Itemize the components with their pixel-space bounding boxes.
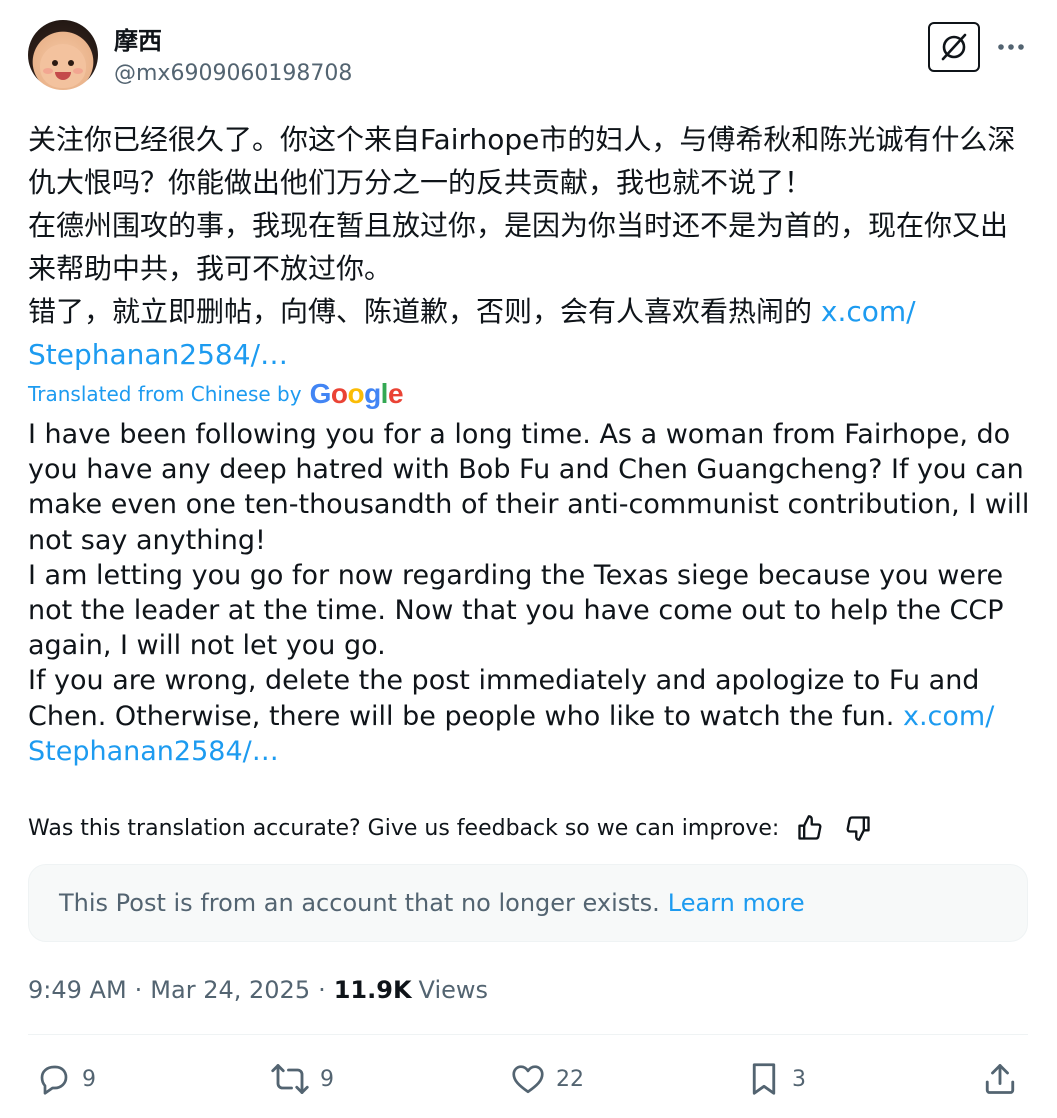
post-meta: 9:49 AM · Mar 24, 2025 · 11.9K Views [28, 972, 488, 1008]
bookmark-icon [752, 1063, 776, 1095]
repost-button[interactable]: 9 [270, 1056, 334, 1102]
post-original-text: 关注你已经很久了。你这个来自Fairhope市的妇人，与傅希秋和陈光诚有什么深仇… [28, 118, 1028, 376]
thumbs-down-button[interactable] [841, 811, 875, 845]
grok-button[interactable] [928, 22, 980, 72]
avatar-eye-left [52, 60, 58, 66]
translated-label: Translated from Chinese by [28, 382, 302, 406]
avatar-face [40, 44, 86, 88]
views-count: 11.9K [333, 976, 412, 1004]
translation-attribution: Translated from Chinese by Google [28, 378, 404, 410]
like-count: 22 [556, 1066, 584, 1092]
post-time[interactable]: 9:49 AM [28, 976, 127, 1004]
thumbs-down-icon [846, 816, 870, 841]
reply-button[interactable]: 9 [36, 1056, 96, 1102]
feedback-question: Was this translation accurate? Give us f… [28, 815, 780, 841]
post-header: 摩西 @mx6909060198708 [28, 20, 1028, 92]
meta-separator: · [318, 976, 326, 1004]
more-button[interactable] [996, 32, 1026, 62]
avatar[interactable] [28, 20, 98, 90]
user-handle[interactable]: @mx6909060198708 [114, 60, 352, 88]
share-button[interactable] [982, 1056, 1028, 1102]
views-label: Views [418, 976, 489, 1004]
repost-icon [271, 1064, 309, 1094]
bookmark-button[interactable]: 3 [746, 1056, 806, 1102]
post-date[interactable]: Mar 24, 2025 [150, 976, 310, 1004]
translation-feedback: Was this translation accurate? Give us f… [28, 808, 875, 848]
reply-icon [40, 1065, 68, 1095]
display-name[interactable]: 摩西 [114, 26, 162, 56]
grok-icon [941, 33, 967, 61]
like-button[interactable]: 22 [510, 1056, 584, 1102]
learn-more-link[interactable]: Learn more [668, 889, 805, 917]
avatar-cheek-right [73, 68, 83, 74]
like-icon [512, 1065, 544, 1094]
post-translated-text: I have been following you for a long tim… [28, 417, 1038, 769]
bookmark-count: 3 [792, 1066, 806, 1092]
reply-count: 9 [82, 1066, 96, 1092]
deleted-account-notice: This Post is from an account that no lon… [28, 864, 1028, 942]
avatar-cheek-left [43, 68, 53, 74]
thumbs-up-icon [798, 815, 822, 840]
repost-count: 9 [320, 1066, 334, 1092]
more-icon [998, 44, 1024, 50]
meta-separator: · [134, 976, 143, 1004]
avatar-eye-right [68, 60, 74, 66]
action-bar: 9 9 22 3 [28, 1056, 1028, 1102]
share-icon [985, 1064, 1015, 1094]
divider [28, 1034, 1028, 1035]
google-logo: Google [309, 378, 404, 409]
notice-text: This Post is from an account that no lon… [59, 889, 660, 917]
thumbs-up-button[interactable] [793, 811, 827, 845]
post-translated-body: I have been following you for a long tim… [28, 419, 1030, 732]
